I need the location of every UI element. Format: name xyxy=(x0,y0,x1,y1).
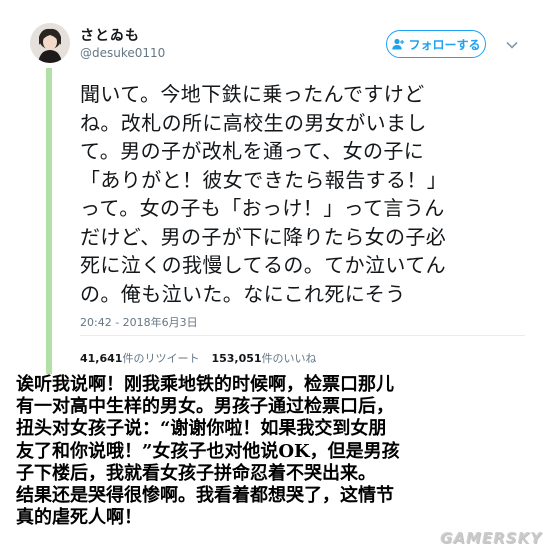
follow-button-label: フォローする xyxy=(408,37,481,52)
tweet-text-line: ね。改札の所に高校生の男女がいまし xyxy=(80,110,427,135)
thread-line xyxy=(46,68,52,374)
tweet-timestamp[interactable]: 20:42 - 2018年6月3日 xyxy=(80,314,198,330)
like-count: 153,051 xyxy=(211,352,262,365)
retweet-label: 件のリツイート xyxy=(122,352,200,365)
tweet-text-line: 「ありがと！彼女できたら報告する！」 xyxy=(80,167,448,192)
divider xyxy=(80,335,525,336)
translation-line: 子下楼后，我就看女孩子拼命忍着不哭出来。 xyxy=(16,462,376,484)
translation-line: 友了和你说哦！”女孩子也对他说OK，但是男孩 xyxy=(16,440,400,462)
translation-line: 结果还是哭得很惨啊。我看着都想哭了，这情节 xyxy=(16,485,394,507)
follow-button[interactable]: フォローする xyxy=(386,30,486,58)
user-handle[interactable]: @desuke0110 xyxy=(80,46,165,60)
like-label: 件のいいね xyxy=(261,352,317,365)
chevron-down-icon[interactable] xyxy=(505,37,519,51)
tweet-text-line: て。男の子が改札を通って、女の子に xyxy=(80,139,425,163)
tweet-stats: 41,641件のリツイート 153,051件のいいね xyxy=(80,350,317,366)
tweet-text-line: だけど、男の子が下に降りたら女の子必 xyxy=(80,224,447,249)
translation-line: 扭头对女孩子说：“谢谢你啦！如果我交到女朋 xyxy=(16,418,387,440)
watermark: GAMERSKY xyxy=(440,529,542,547)
tweet-text-line: の。俺も泣いた。なにこれ死にそう xyxy=(80,281,406,306)
translation-line: 诶听我说啊！刚我乘地铁的时候啊，检票口那儿 xyxy=(16,374,394,395)
add-user-icon xyxy=(391,37,405,51)
translation-text: 诶听我说啊！刚我乘地铁的时候啊，检票口那儿 有一对高中生样的男女。男孩子通过检票… xyxy=(16,374,536,529)
like-stat[interactable]: 153,051件のいいね xyxy=(211,352,316,365)
retweet-stat[interactable]: 41,641件のリツイート xyxy=(80,352,199,365)
translation-line: 有一对高中生样的男女。男孩子通过检票口后， xyxy=(16,396,394,418)
user-display-name[interactable]: さとゐも xyxy=(80,25,140,45)
tweet-text-line: 死に泣くの我慢してるの。てか泣いてん xyxy=(80,253,446,277)
avatar[interactable] xyxy=(30,23,70,63)
translation-line: 真的虐死人啊！ xyxy=(16,507,142,529)
tweet-text-line: って。女の子も「おっけ！」って言うん xyxy=(80,196,445,220)
retweet-count: 41,641 xyxy=(80,352,123,365)
tweet-text: 聞いて。今地下鉄に乗ったんですけど ね。改札の所に高校生の男女がいまし て。男の… xyxy=(80,80,500,308)
tweet-text-line: 聞いて。今地下鉄に乗ったんですけど xyxy=(80,82,425,106)
user-avatar-image xyxy=(30,23,70,63)
